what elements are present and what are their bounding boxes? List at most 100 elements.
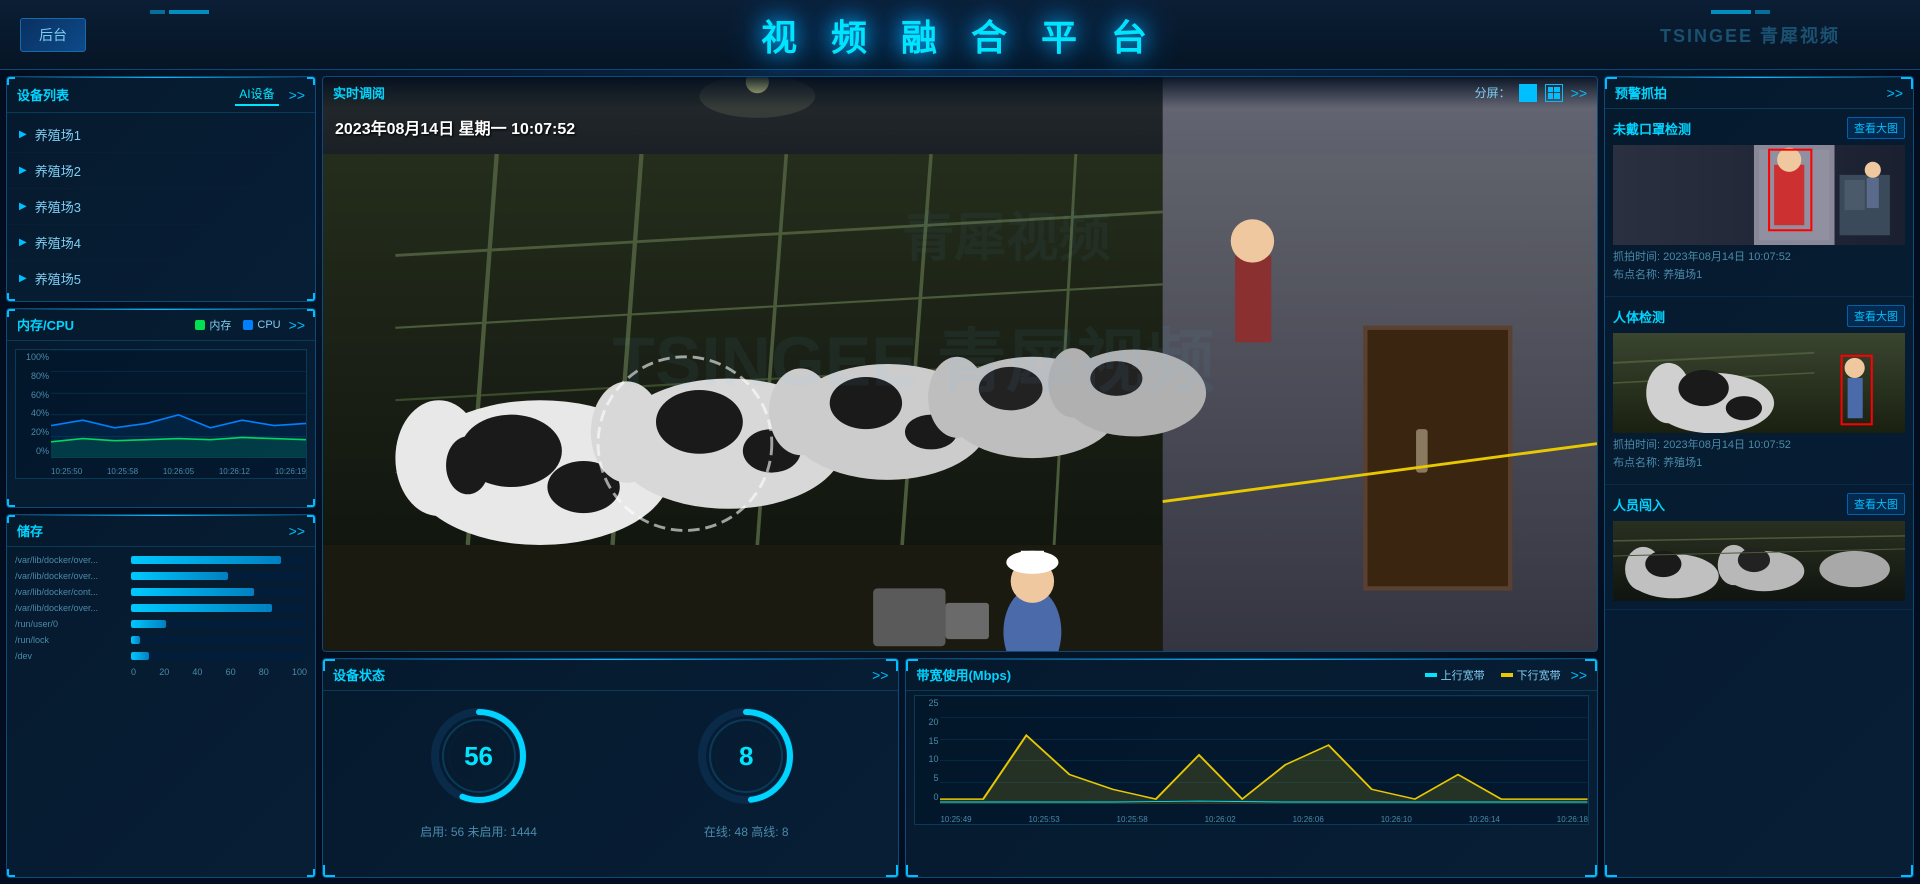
downstream-legend: 下行宽带 bbox=[1501, 667, 1561, 683]
content-area: 设备列表 AI设备 >> ▶ 养殖场1 ▶ 养殖场2 bbox=[0, 70, 1920, 884]
device-list-more[interactable]: >> bbox=[289, 87, 305, 103]
cpu-memory-header: 内存/CPU 内存 CPU >> bbox=[7, 309, 315, 341]
alert-view-btn-mask[interactable]: 查看大图 bbox=[1847, 117, 1905, 139]
y-label: 10 bbox=[917, 754, 938, 764]
x-axis-label: 80 bbox=[259, 667, 269, 677]
alert-intrude-svg bbox=[1613, 521, 1905, 601]
cpu-memory-more[interactable]: >> bbox=[289, 317, 305, 333]
storage-bar-bg bbox=[131, 652, 307, 660]
device-status-panel: 设备状态 >> bbox=[322, 658, 899, 878]
gauge-area: 56 启用: 56 未启用: 1444 bbox=[323, 691, 898, 844]
gauge-value-1: 56 bbox=[424, 701, 534, 811]
storage-more[interactable]: >> bbox=[289, 523, 305, 539]
memory-cpu-chart-svg bbox=[51, 350, 306, 458]
x-axis-label: 100 bbox=[292, 667, 307, 677]
deco-line bbox=[1711, 10, 1751, 14]
header-deco-right bbox=[1711, 10, 1770, 14]
gauge-2: 8 bbox=[691, 701, 801, 811]
y-label: 0% bbox=[18, 446, 49, 456]
alert-title-intrude: 人员闯入 bbox=[1613, 495, 1665, 514]
bandwidth-title: 带宽使用(Mbps) bbox=[916, 665, 1011, 684]
cpu-legend-label: CPU bbox=[257, 319, 280, 331]
cpu-memory-panel: 内存/CPU 内存 CPU >> bbox=[6, 308, 316, 508]
storage-bar-bg bbox=[131, 588, 307, 596]
left-panel: 设备列表 AI设备 >> ▶ 养殖场1 ▶ 养殖场2 bbox=[6, 76, 316, 878]
storage-label: /var/lib/docker/over... bbox=[15, 603, 125, 613]
alert-image-intrude bbox=[1613, 521, 1905, 601]
alert-mask-svg bbox=[1613, 145, 1905, 245]
tab-ai-device[interactable]: AI设备 bbox=[235, 83, 278, 106]
gauge-wrap-2: 8 在线: 48 高线: 8 bbox=[691, 701, 801, 844]
device-item[interactable]: ▶ 养殖场1 bbox=[7, 117, 315, 153]
video-feed-svg: TSINGEE 青犀视频 青犀视频 bbox=[323, 77, 1597, 651]
device-status-title: 设备状态 bbox=[333, 665, 385, 684]
storage-bar-fill bbox=[131, 620, 166, 628]
device-item[interactable]: ▶ 养殖场4 bbox=[7, 225, 315, 261]
bw-chart-x-labels: 10:25:49 10:25:53 10:25:58 10:26:02 10:2… bbox=[940, 815, 1588, 824]
alert-item-intrude: 人员闯入 查看大图 bbox=[1605, 485, 1913, 610]
x-label: 10:26:06 bbox=[1293, 815, 1324, 824]
storage-item: /dev bbox=[15, 651, 307, 661]
y-label: 20 bbox=[917, 717, 938, 727]
deco-line bbox=[169, 10, 209, 14]
storage-item: /var/lib/docker/over... bbox=[15, 603, 307, 613]
bw-chart-y-labels: 25 20 15 10 5 0 bbox=[915, 696, 940, 804]
chart-x-labels: 10:25:50 10:25:58 10:26:05 10:26:12 10:2… bbox=[51, 465, 306, 478]
x-label: 10:26:02 bbox=[1205, 815, 1236, 824]
alert-view-btn-person[interactable]: 查看大图 bbox=[1847, 305, 1905, 327]
split-cell bbox=[1554, 93, 1560, 99]
alert-view-btn-intrude[interactable]: 查看大图 bbox=[1847, 493, 1905, 515]
header-logo: TSINGEE 青犀视频 bbox=[1660, 22, 1840, 48]
bw-chart-inner bbox=[940, 696, 1588, 804]
alert-capture-title: 预警抓拍 bbox=[1615, 83, 1667, 102]
video-header: 实时调阅 分屏： >> bbox=[323, 77, 1597, 108]
chart-container: 100% 80% 60% 40% 20% 0% bbox=[15, 349, 307, 479]
x-label: 10:25:50 bbox=[51, 467, 82, 476]
chevron-right-icon: ▶ bbox=[19, 165, 27, 176]
x-axis-label: 40 bbox=[192, 667, 202, 677]
x-label: 10:26:19 bbox=[275, 467, 306, 476]
alert-title-person: 人体检测 bbox=[1613, 307, 1665, 326]
memory-legend-label: 内存 bbox=[209, 317, 231, 333]
storage-x-axis: 0 20 40 60 80 100 bbox=[15, 667, 307, 677]
y-label: 15 bbox=[917, 736, 938, 746]
device-status-header: 设备状态 >> bbox=[323, 659, 898, 691]
alert-header-mask: 未戴口罩检测 查看大图 bbox=[1613, 117, 1905, 139]
storage-bar-fill bbox=[131, 572, 228, 580]
bandwidth-panel: 带宽使用(Mbps) 上行宽带 下行宽带 bbox=[905, 658, 1598, 878]
chart-inner bbox=[51, 350, 306, 458]
right-panel: 预警抓拍 >> 未戴口罩检测 查看大图 bbox=[1604, 76, 1914, 878]
svg-text:TSINGEE 青犀视频: TSINGEE 青犀视频 bbox=[613, 323, 1215, 401]
x-label: 10:25:49 bbox=[940, 815, 971, 824]
device-item[interactable]: ▶ 养殖场5 bbox=[7, 261, 315, 297]
upstream-legend: 上行宽带 bbox=[1425, 667, 1485, 683]
device-item[interactable]: ▶ 养殖场3 bbox=[7, 189, 315, 225]
x-label: 10:26:12 bbox=[219, 467, 250, 476]
back-button[interactable]: 后台 bbox=[20, 18, 86, 52]
split-cell bbox=[1548, 93, 1554, 99]
storage-item: /run/user/0 bbox=[15, 619, 307, 629]
alert-item-mask: 未戴口罩检测 查看大图 bbox=[1605, 109, 1913, 297]
y-label: 80% bbox=[18, 371, 49, 381]
cpu-legend: CPU bbox=[243, 317, 280, 333]
center-panel: 实时调阅 分屏： >> bbox=[322, 76, 1598, 878]
y-label: 60% bbox=[18, 390, 49, 400]
split-cell bbox=[1554, 87, 1560, 93]
chart-y-labels: 100% 80% 60% 40% 20% 0% bbox=[16, 350, 51, 458]
bottom-panels: 设备状态 >> bbox=[322, 658, 1598, 878]
chevron-right-icon: ▶ bbox=[19, 237, 27, 248]
video-content: 2023年08月14日 星期一 10:07:52 bbox=[323, 77, 1597, 651]
alert-title-mask: 未戴口罩检测 bbox=[1613, 119, 1691, 138]
device-item[interactable]: ▶ 养殖场2 bbox=[7, 153, 315, 189]
y-label: 0 bbox=[917, 792, 938, 802]
x-axis-label: 20 bbox=[159, 667, 169, 677]
x-label: 10:26:18 bbox=[1557, 815, 1588, 824]
split-1-button[interactable] bbox=[1519, 84, 1537, 102]
cpu-memory-chart: 100% 80% 60% 40% 20% 0% bbox=[7, 341, 315, 508]
x-label: 10:25:53 bbox=[1029, 815, 1060, 824]
video-more[interactable]: >> bbox=[1571, 85, 1587, 101]
storage-panel: 储存 >> /var/lib/docker/over... /var/lib/d… bbox=[6, 514, 316, 878]
page-title: 视 频 融 合 平 台 bbox=[761, 9, 1159, 61]
split-4-button[interactable] bbox=[1545, 84, 1563, 102]
storage-label: /dev bbox=[15, 651, 125, 661]
